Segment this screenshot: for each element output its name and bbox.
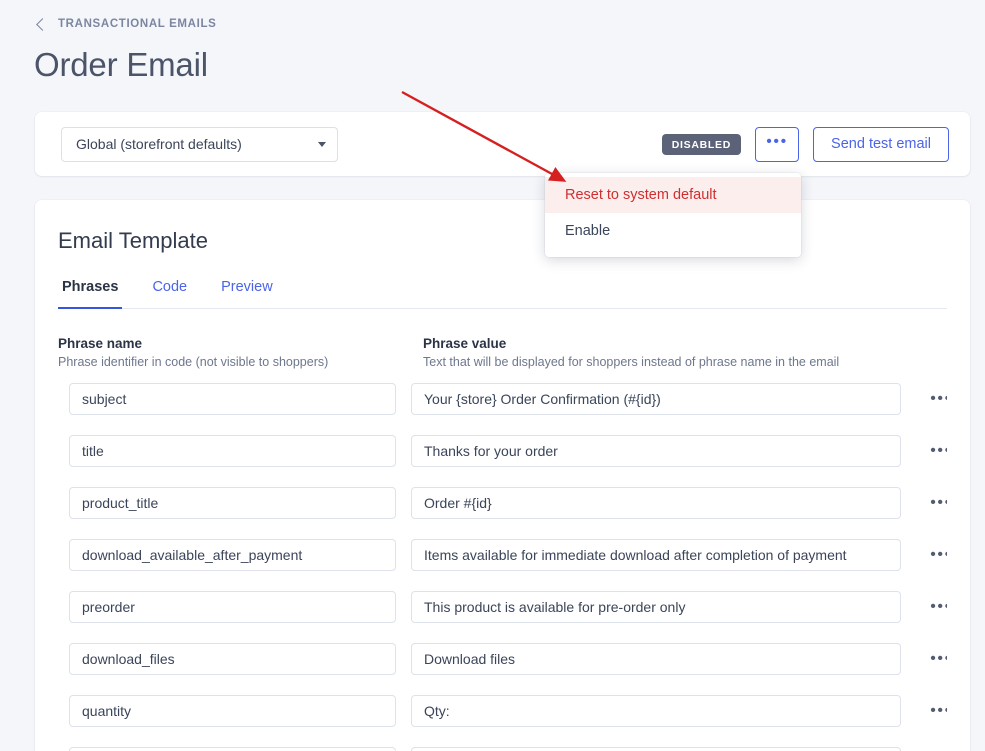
row-ellipsis-icon[interactable]: •••	[927, 491, 947, 515]
phrase-name-input[interactable]: download_files	[69, 643, 396, 675]
tab-preview[interactable]: Preview	[217, 279, 277, 309]
row-ellipsis-icon[interactable]: •••	[927, 543, 947, 567]
phrase-name-title: Phrase name	[58, 336, 143, 351]
phrase-value-title: Phrase value	[423, 336, 507, 351]
phrase-name-input[interactable]: subject	[69, 383, 396, 415]
page-title: Order Email	[34, 46, 208, 83]
row-ellipsis-icon[interactable]: •••	[927, 439, 947, 463]
menu-item-reset-to-system-default[interactable]: Reset to system default	[545, 177, 801, 213]
section-title: Email Template	[58, 228, 208, 253]
tab-code[interactable]: Code	[148, 279, 191, 309]
table-row: download_files Download files •••	[58, 643, 947, 695]
toolbar: Global (storefront defaults) DISABLED ••…	[35, 112, 970, 176]
phrase-name-input[interactable]: product_title	[69, 487, 396, 519]
table-row: product_title Order #{id} •••	[58, 487, 947, 539]
phrase-value-input[interactable]: Download files	[411, 643, 901, 675]
row-ellipsis-icon[interactable]: •••	[927, 387, 947, 411]
phrase-value-input[interactable]: This product is available for pre-order …	[411, 591, 901, 623]
template-tabs: Phrases Code Preview	[58, 278, 947, 309]
phrase-value-input[interactable]: Thanks for your order	[411, 435, 901, 467]
phrase-value-input[interactable]	[411, 747, 901, 751]
table-row: title Thanks for your order •••	[58, 435, 947, 487]
phrase-value-input[interactable]: Items available for immediate download a…	[411, 539, 901, 571]
table-row: quantity Qty: •••	[58, 695, 947, 747]
table-row	[58, 747, 947, 751]
ellipsis-icon: •••	[766, 133, 788, 150]
column-header-phrase-name: Phrase name Phrase identifier in code (n…	[58, 336, 328, 369]
column-header-phrase-value: Phrase value Text that will be displayed…	[423, 336, 839, 369]
send-test-email-button[interactable]: Send test email	[813, 126, 949, 162]
table-row: preorder This product is available for p…	[58, 591, 947, 643]
phrase-name-subtitle: Phrase identifier in code (not visible t…	[58, 355, 329, 369]
table-row: download_available_after_payment Items a…	[58, 539, 947, 591]
row-ellipsis-icon[interactable]: •••	[927, 699, 947, 723]
status-badge: DISABLED	[661, 133, 742, 155]
breadcrumb-label: TRANSACTIONAL EMAILS	[58, 18, 217, 30]
breadcrumb[interactable]: TRANSACTIONAL EMAILS	[36, 18, 217, 31]
tab-phrases[interactable]: Phrases	[58, 279, 123, 309]
phrase-name-input[interactable]: download_available_after_payment	[69, 539, 396, 571]
phrase-name-input[interactable]: quantity	[69, 695, 396, 727]
phrase-value-subtitle: Text that will be displayed for shoppers…	[423, 355, 840, 369]
phrase-value-input[interactable]: Qty:	[411, 695, 901, 727]
more-actions-menu: Reset to system default Enable	[545, 173, 801, 257]
row-ellipsis-icon[interactable]: •••	[927, 647, 947, 671]
more-actions-button[interactable]: •••	[755, 126, 800, 162]
toolbar-card: Global (storefront defaults) DISABLED ••…	[35, 112, 970, 176]
toolbar-actions: DISABLED ••• Send test email	[661, 126, 949, 162]
table-row: subject Your {store} Order Confirmation …	[58, 383, 947, 435]
chevron-left-icon	[36, 18, 49, 31]
phrase-value-input[interactable]: Order #{id}	[411, 487, 901, 519]
phrase-value-input[interactable]: Your {store} Order Confirmation (#{id})	[411, 383, 901, 415]
store-scope-select[interactable]: Global (storefront defaults)	[61, 126, 338, 162]
phrase-name-input[interactable]	[69, 747, 396, 751]
store-scope-value: Global (storefront defaults)	[76, 136, 242, 152]
phrase-rows: subject Your {store} Order Confirmation …	[58, 383, 947, 751]
menu-item-enable[interactable]: Enable	[545, 213, 801, 249]
row-ellipsis-icon[interactable]: •••	[927, 595, 947, 619]
phrase-name-input[interactable]: title	[69, 435, 396, 467]
email-template-card: Email Template Phrases Code Preview Phra…	[35, 200, 970, 751]
chevron-down-icon	[318, 141, 326, 147]
phrase-name-input[interactable]: preorder	[69, 591, 396, 623]
